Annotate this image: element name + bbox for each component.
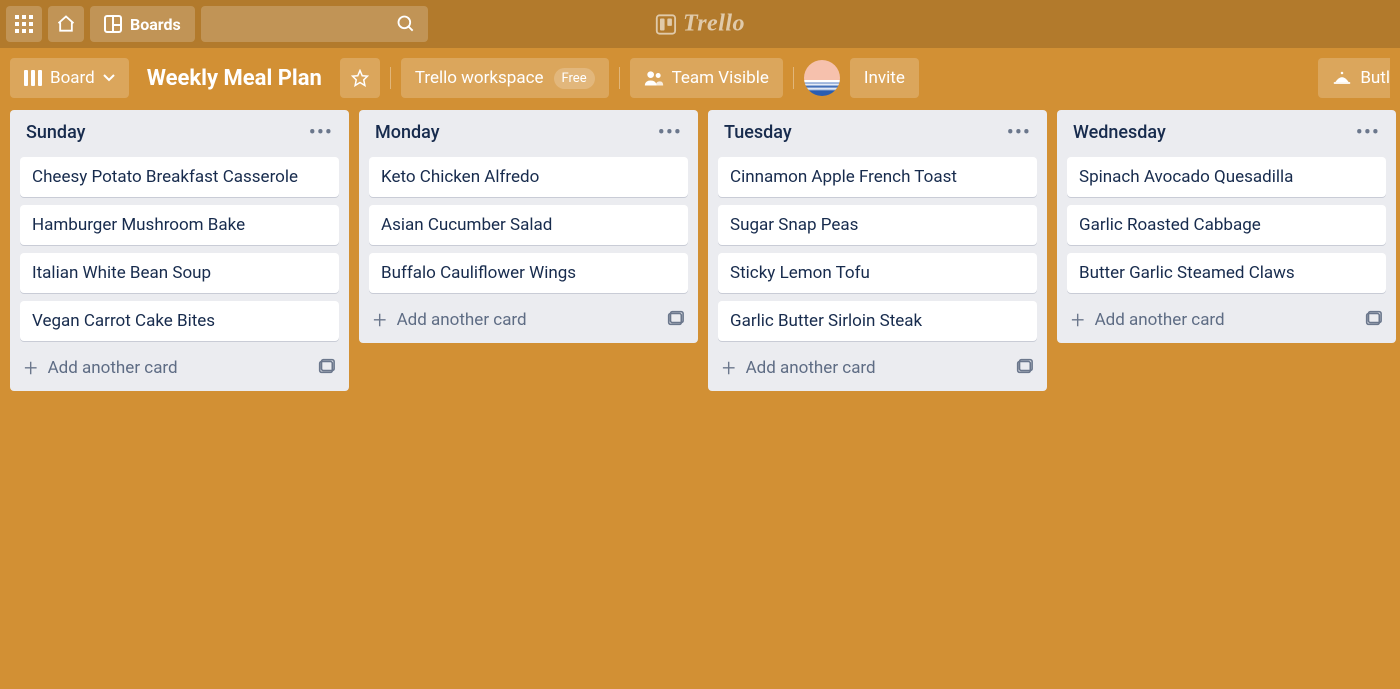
boards-icon [104,15,122,33]
board-header: Board Weekly Meal Plan Trello workspace … [0,48,1400,108]
add-card-button[interactable]: + Add another card [373,310,527,330]
template-icon [666,309,684,327]
template-icon [317,357,335,375]
card[interactable]: Garlic Roasted Cabbage [1067,205,1386,245]
board-title[interactable]: Weekly Meal Plan [139,66,330,91]
card[interactable]: Italian White Bean Soup [20,253,339,293]
plus-icon: + [24,361,38,375]
search-input[interactable] [201,6,428,42]
boards-button[interactable]: Boards [90,6,195,42]
card-template-button[interactable] [666,309,684,331]
list-title[interactable]: Wednesday [1073,122,1166,143]
add-card-row: + Add another card [369,303,688,333]
board-view-icon [24,70,42,86]
card-template-button[interactable] [1015,357,1033,379]
list-menu-button[interactable]: ••• [1007,128,1031,138]
card[interactable]: Keto Chicken Alfredo [369,157,688,197]
list-header: Tuesday ••• [718,118,1037,149]
divider [793,67,794,89]
list: Wednesday ••• Spinach Avocado Quesadilla Ga… [1057,110,1396,343]
add-card-button[interactable]: + Add another card [1071,310,1225,330]
list-title[interactable]: Tuesday [724,122,792,143]
card-template-button[interactable] [317,357,335,379]
card-template-button[interactable] [1364,309,1382,331]
visibility-label: Team Visible [672,68,769,88]
member-avatar[interactable] [804,60,840,96]
card[interactable]: Garlic Butter Sirloin Steak [718,301,1037,341]
board-view-label: Board [50,68,95,88]
workspace-button[interactable]: Trello workspace Free [401,58,609,98]
chevron-down-icon [103,74,115,82]
plus-icon: + [1071,313,1085,327]
add-card-row: + Add another card [20,351,339,381]
card[interactable]: Asian Cucumber Salad [369,205,688,245]
add-card-button[interactable]: + Add another card [24,358,178,378]
star-board-button[interactable] [340,58,380,98]
list-menu-button[interactable]: ••• [1356,128,1380,138]
list-header: Monday ••• [369,118,688,149]
card[interactable]: Buffalo Cauliflower Wings [369,253,688,293]
apps-button[interactable] [6,6,42,42]
list-menu-button[interactable]: ••• [309,128,333,138]
star-icon [351,69,369,87]
invite-label: Invite [864,68,905,88]
add-card-label: Add another card [397,310,527,330]
list-menu-button[interactable]: ••• [658,128,682,138]
butler-icon [1332,70,1352,86]
visibility-button[interactable]: Team Visible [630,58,783,98]
workspace-badge: Free [554,68,595,89]
template-icon [1015,357,1033,375]
list: Sunday ••• Cheesy Potato Breakfast Cassero… [10,110,349,391]
list-title[interactable]: Monday [375,122,440,143]
card[interactable]: Spinach Avocado Quesadilla [1067,157,1386,197]
butler-button[interactable]: Butl [1318,58,1390,98]
list-header: Wednesday ••• [1067,118,1386,149]
workspace-label: Trello workspace [415,68,544,88]
card[interactable]: Cinnamon Apple French Toast [718,157,1037,197]
boards-label: Boards [130,15,181,34]
invite-button[interactable]: Invite [850,58,919,98]
list: Monday ••• Keto Chicken Alfredo Asian Cucum… [359,110,698,343]
plus-icon: + [373,313,387,327]
card[interactable]: Hamburger Mushroom Bake [20,205,339,245]
card[interactable]: Sugar Snap Peas [718,205,1037,245]
add-card-label: Add another card [746,358,876,378]
plus-icon: + [722,361,736,375]
team-icon [644,69,664,87]
butler-label: Butl [1360,68,1390,88]
template-icon [1364,309,1382,327]
add-card-row: + Add another card [718,351,1037,381]
brand-logo: Trello [655,11,745,38]
board-canvas: Sunday ••• Cheesy Potato Breakfast Cassero… [0,108,1400,689]
add-card-button[interactable]: + Add another card [722,358,876,378]
home-button[interactable] [48,6,84,42]
trello-icon [655,13,677,35]
home-icon [56,14,76,34]
card[interactable]: Cheesy Potato Breakfast Casserole [20,157,339,197]
brand-name: Trello [683,11,745,38]
list: Tuesday ••• Cinnamon Apple French Toast Sug… [708,110,1047,391]
card[interactable]: Vegan Carrot Cake Bites [20,301,339,341]
add-card-label: Add another card [48,358,178,378]
add-card-row: + Add another card [1067,303,1386,333]
add-card-label: Add another card [1095,310,1225,330]
list-title[interactable]: Sunday [26,122,85,143]
divider [619,67,620,89]
card[interactable]: Butter Garlic Steamed Claws [1067,253,1386,293]
board-view-switcher[interactable]: Board [10,58,129,98]
global-header: Boards Trello [0,0,1400,48]
search-icon [396,14,416,34]
apps-grid-icon [15,15,33,33]
divider [390,67,391,89]
list-header: Sunday ••• [20,118,339,149]
card[interactable]: Sticky Lemon Tofu [718,253,1037,293]
